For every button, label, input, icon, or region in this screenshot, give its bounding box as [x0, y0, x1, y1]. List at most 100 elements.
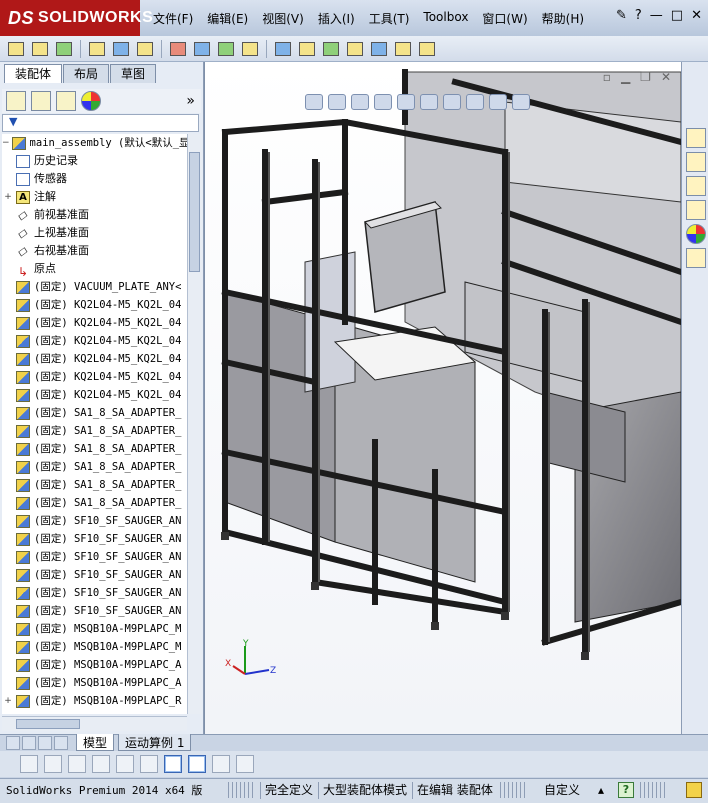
edit-appearance-icon[interactable] — [466, 94, 484, 110]
last-tab-icon[interactable] — [54, 736, 68, 750]
property-manager-icon[interactable] — [31, 91, 51, 111]
design-library-icon[interactable] — [685, 152, 706, 172]
zoom-to-area-icon[interactable] — [328, 94, 346, 110]
tree-item[interactable]: + (固定) MSQB10A-M9PLAPC_R — [2, 692, 187, 710]
apply-scene-icon[interactable] — [489, 94, 507, 110]
tree-item[interactable]: ↳ 原点 — [2, 260, 187, 279]
previous-view-icon[interactable] — [351, 94, 369, 110]
viewport-minimize-icon[interactable]: ▁ — [621, 70, 630, 84]
rebuild-icon[interactable] — [20, 755, 38, 773]
tree-item[interactable]: (固定) SA1_8_SA_ADAPTER_ — [2, 494, 187, 512]
grid-icon[interactable] — [116, 755, 134, 773]
tree-vertical-scrollbar[interactable] — [187, 134, 202, 714]
new-document-icon[interactable] — [6, 39, 26, 59]
tab-sketch[interactable]: 草图 — [110, 64, 157, 83]
filter-icon[interactable]: ▼ — [9, 115, 17, 128]
tree-item[interactable]: (固定) SA1_8_SA_ADAPTER_ — [2, 476, 187, 494]
reference-geometry-icon[interactable] — [240, 39, 260, 59]
tree-item[interactable]: (固定) SA1_8_SA_ADAPTER_ — [2, 440, 187, 458]
tree-item[interactable]: (固定) KQ2L04-M5_KQ2L_04 — [2, 350, 187, 368]
pin-icon[interactable]: ✎ — [616, 8, 627, 23]
tree-vertical-scroll-thumb[interactable] — [189, 152, 200, 272]
tab-layout[interactable]: 布局 — [63, 64, 110, 83]
hide-show-items-icon[interactable] — [443, 94, 461, 110]
status-help-icon[interactable]: ? — [618, 782, 634, 798]
cube-view-icon[interactable] — [188, 755, 206, 773]
tree-item[interactable]: (固定) KQ2L04-M5_KQ2L_04 — [2, 368, 187, 386]
tab-motion-study-1[interactable]: 运动算例 1 — [118, 734, 192, 751]
configuration-manager-icon[interactable] — [56, 91, 76, 111]
tree-item[interactable]: (固定) SF10_SF_SAUGER_AN — [2, 548, 187, 566]
minimize-button[interactable]: — — [650, 8, 663, 23]
tag-icon[interactable] — [686, 782, 702, 798]
tree-view-icon[interactable] — [164, 755, 182, 773]
zoom-to-fit-icon[interactable] — [305, 94, 323, 110]
view-orientation-icon[interactable] — [397, 94, 415, 110]
tree-item[interactable]: ◇ 右视基准面 — [2, 242, 187, 260]
mate-icon[interactable] — [111, 39, 131, 59]
menu-tools[interactable]: 工具(T) — [362, 10, 417, 27]
smart-fasteners-icon[interactable] — [54, 39, 74, 59]
tree-item[interactable]: (固定) KQ2L04-M5_KQ2L_04 — [2, 314, 187, 332]
menu-insert[interactable]: 插入(I) — [311, 10, 362, 27]
tree-item[interactable]: (固定) VACUUM_PLATE_ANY< — [2, 278, 187, 296]
custom-properties-icon[interactable] — [685, 248, 706, 268]
list-icon[interactable] — [92, 755, 110, 773]
instant3d-icon[interactable] — [369, 39, 389, 59]
assembly-visualization-icon[interactable] — [393, 39, 413, 59]
tree-item[interactable]: (固定) MSQB10A-M9PLAPC_A — [2, 674, 187, 692]
help-button[interactable]: ? — [635, 8, 642, 23]
appearances-icon[interactable] — [685, 224, 706, 244]
pattern-icon[interactable] — [135, 39, 155, 59]
interference-detection-icon[interactable] — [321, 39, 341, 59]
viewport-close-icon[interactable]: ✕ — [661, 70, 671, 84]
tree-expander[interactable]: − — [2, 134, 10, 152]
tree-expander[interactable]: + — [2, 188, 14, 206]
menu-help[interactable]: 帮助(H) — [535, 10, 591, 27]
tree-horizontal-scroll-thumb[interactable] — [16, 719, 80, 729]
units-menu-arrow-icon[interactable]: ▴ — [594, 782, 604, 799]
show-hidden-icon[interactable] — [192, 39, 212, 59]
menu-window[interactable]: 窗口(W) — [475, 10, 534, 27]
exploded-view-icon[interactable] — [297, 39, 317, 59]
panel-collapse-icon[interactable]: » — [186, 93, 195, 109]
close-button[interactable]: ✕ — [691, 8, 702, 23]
tab-assembly[interactable]: 装配体 — [4, 64, 63, 83]
bill-of-materials-icon[interactable] — [273, 39, 293, 59]
tree-expander[interactable]: + — [2, 692, 14, 710]
component-icon[interactable] — [44, 755, 62, 773]
tree-item[interactable]: (固定) KQ2L04-M5_KQ2L_04 — [2, 386, 187, 404]
tree-item[interactable]: (固定) MSQB10A-M9PLAPC_M — [2, 638, 187, 656]
display-style-icon[interactable] — [420, 94, 438, 110]
clearance-verification-icon[interactable] — [345, 39, 365, 59]
view-palette-icon[interactable] — [685, 200, 706, 220]
section-view-icon[interactable] — [374, 94, 392, 110]
tree-filter[interactable]: ▼ — [2, 114, 199, 132]
graphics-viewport[interactable]: ▫ ▁ ❐ ✕ Y Z X — [204, 62, 681, 734]
tab-model[interactable]: 模型 — [76, 734, 115, 751]
tree-item[interactable]: (固定) KQ2L04-M5_KQ2L_04 — [2, 296, 187, 314]
menu-file[interactable]: 文件(F) — [146, 10, 200, 27]
tree-item[interactable]: (固定) SF10_SF_SAUGER_AN — [2, 602, 187, 620]
tree-item[interactable]: (固定) KQ2L04-M5_KQ2L_04 — [2, 332, 187, 350]
feature-manager-icon[interactable] — [6, 91, 26, 111]
menu-toolbox[interactable]: Toolbox — [416, 10, 475, 27]
tree-item[interactable]: + A 注解 — [2, 188, 187, 206]
options-icon[interactable] — [417, 39, 437, 59]
tree-horizontal-scrollbar[interactable] — [2, 716, 187, 731]
solidworks-logo[interactable]: DS SOLIDWORKS — [0, 0, 153, 36]
display-manager-icon[interactable] — [81, 91, 101, 111]
tree-item[interactable]: (固定) MSQB10A-M9PLAPC_A — [2, 656, 187, 674]
tree-item[interactable]: (固定) MSQB10A-M9PLAPC_M — [2, 620, 187, 638]
maximize-button[interactable]: □ — [671, 8, 683, 23]
tree-item[interactable]: (固定) SF10_SF_SAUGER_AN — [2, 584, 187, 602]
tree-item[interactable]: (固定) SA1_8_SA_ADAPTER_ — [2, 422, 187, 440]
tree-root-assembly[interactable]: − main_assembly (默认<默认_显 — [2, 134, 187, 152]
tree-item[interactable]: (固定) SF10_SF_SAUGER_AN — [2, 530, 187, 548]
file-explorer-icon[interactable] — [685, 176, 706, 196]
open-folder-icon[interactable] — [30, 39, 50, 59]
next-tab-icon[interactable] — [38, 736, 52, 750]
assembly-model-render[interactable] — [205, 62, 681, 734]
tree-item[interactable]: ◇ 上视基准面 — [2, 224, 187, 242]
sort-icon[interactable] — [140, 755, 158, 773]
